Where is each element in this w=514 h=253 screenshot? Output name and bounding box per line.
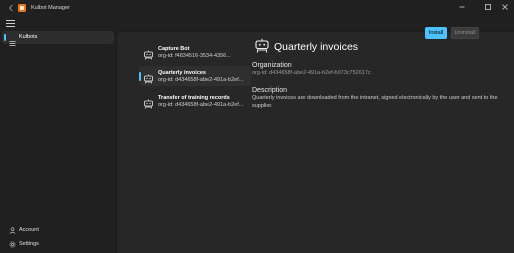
app-logo-icon — [18, 4, 26, 12]
robot-icon — [143, 96, 154, 109]
bot-list-item[interactable]: Transfer of training records org-id: d43… — [139, 91, 251, 111]
bot-list-item[interactable]: Capture Bot org-id: f4834516-3534-4356..… — [139, 42, 251, 62]
sidebar-item-label: Kulbots — [19, 34, 38, 40]
bot-name: Capture Bot — [158, 46, 190, 52]
robot-icon — [143, 71, 154, 84]
description-label: Description — [252, 87, 288, 94]
title-bar: Kulbot Manager — [0, 0, 514, 17]
bot-org-id: org-id: f4834516-3534-4356... — [158, 53, 231, 59]
gear-icon — [9, 241, 16, 248]
sidebar-item-label: Account — [19, 226, 39, 233]
sidebar-item-account[interactable]: Account — [2, 224, 114, 236]
robot-icon — [254, 38, 270, 53]
detail-title: Quarterly invoices — [274, 41, 359, 53]
organization-label: Organization — [252, 62, 292, 69]
sidebar-item-label: Settings — [19, 240, 39, 247]
bot-org-id: org-id: d434658f-abe2-491a-b2ef... — [158, 102, 244, 108]
selection-indicator — [4, 34, 6, 41]
list-icon — [9, 34, 16, 46]
selection-indicator — [139, 72, 141, 81]
sidebar-item-kulbots[interactable]: Kulbots — [2, 31, 114, 46]
bot-name: Quarterly invoices — [158, 70, 206, 76]
bot-list-item-selected[interactable]: Quarterly invoices org-id: d434658f-abe2… — [139, 66, 251, 86]
minimize-icon[interactable] — [455, 2, 469, 12]
bot-name: Transfer of training records — [158, 95, 230, 101]
uninstall-button[interactable]: Uninstall — [451, 27, 479, 39]
hamburger-menu-icon[interactable] — [6, 20, 15, 28]
window-title: Kulbot Manager — [31, 5, 70, 11]
maximize-icon[interactable] — [481, 2, 495, 12]
back-arrow-icon[interactable] — [6, 3, 16, 13]
sidebar: Kulbots Account Settings — [0, 17, 116, 253]
description-value: Quarterly invoices are downloaded from t… — [252, 95, 498, 109]
main-content: Capture Bot org-id: f4834516-3534-4356..… — [116, 27, 514, 253]
sidebar-item-settings[interactable]: Settings — [2, 238, 114, 250]
person-icon — [9, 226, 16, 234]
robot-icon — [143, 47, 154, 60]
install-button[interactable]: Install — [425, 27, 447, 39]
bot-org-id: org-id: d434658f-abe2-491a-b2ef... — [158, 77, 244, 83]
organization-value: org-id: d434658f-abe2-491a-b2ef-b073c752… — [252, 70, 371, 76]
close-icon[interactable] — [498, 2, 512, 12]
